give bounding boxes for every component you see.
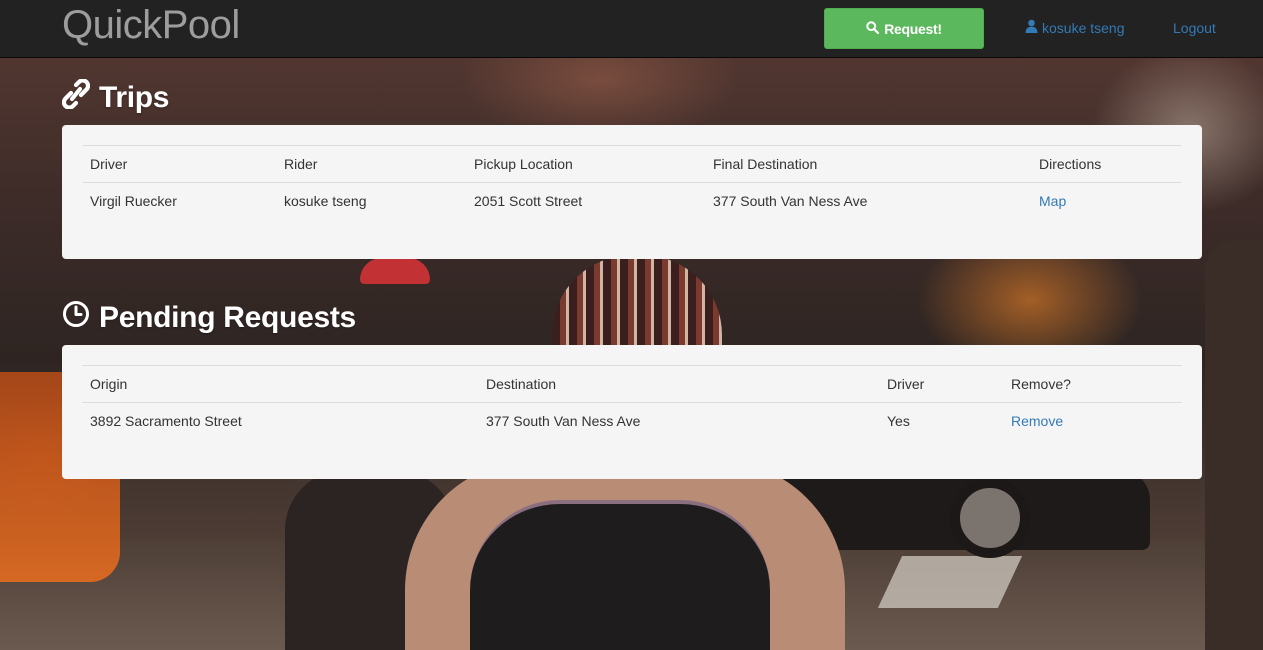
request-button-label: Request! bbox=[884, 20, 942, 37]
logout-link[interactable]: Logout bbox=[1173, 19, 1216, 37]
search-icon bbox=[866, 20, 880, 37]
user-profile-link[interactable]: kosuke tseng bbox=[1025, 19, 1125, 37]
column-header-driver: Driver bbox=[879, 365, 1003, 403]
map-link[interactable]: Map bbox=[1039, 193, 1066, 209]
pending-requests-title: Pending Requests bbox=[99, 301, 356, 334]
column-header-origin: Origin bbox=[82, 365, 478, 403]
pending-requests-panel: Origin Destination Driver Remove? 3892 S… bbox=[62, 345, 1202, 479]
column-header-remove: Remove? bbox=[1003, 365, 1182, 403]
table-row: 3892 Sacramento Street 377 South Van Nes… bbox=[82, 403, 1182, 440]
navbar: QuickPool Request! kosuke tseng Logout bbox=[0, 0, 1263, 58]
remove-link[interactable]: Remove bbox=[1011, 413, 1063, 429]
table-row: Virgil Ruecker kosuke tseng 2051 Scott S… bbox=[82, 183, 1182, 220]
clock-icon bbox=[62, 300, 90, 336]
request-button[interactable]: Request! bbox=[824, 8, 984, 49]
column-header-directions: Directions bbox=[1031, 145, 1182, 183]
user-name: kosuke tseng bbox=[1042, 20, 1125, 36]
request-destination: 377 South Van Ness Ave bbox=[486, 413, 641, 429]
column-header-destination: Destination bbox=[478, 365, 879, 403]
column-header-pickup-location: Pickup Location bbox=[466, 145, 705, 183]
trip-destination: 377 South Van Ness Ave bbox=[713, 193, 868, 209]
pending-requests-heading: Pending Requests bbox=[62, 298, 356, 338]
column-header-driver: Driver bbox=[82, 145, 276, 183]
trips-heading: Trips bbox=[61, 78, 170, 118]
column-header-final-destination: Final Destination bbox=[705, 145, 1031, 183]
column-header-rider: Rider bbox=[276, 145, 466, 183]
trips-title: Trips bbox=[99, 81, 170, 114]
user-icon bbox=[1025, 19, 1038, 37]
link-icon bbox=[61, 78, 91, 117]
request-origin: 3892 Sacramento Street bbox=[90, 413, 242, 429]
trips-table: Driver Rider Pickup Location Final Desti… bbox=[82, 145, 1182, 219]
pending-requests-table: Origin Destination Driver Remove? 3892 S… bbox=[82, 365, 1182, 439]
trips-panel: Driver Rider Pickup Location Final Desti… bbox=[62, 125, 1202, 259]
trip-rider: kosuke tseng bbox=[284, 193, 367, 209]
request-driver: Yes bbox=[887, 413, 910, 429]
trip-pickup: 2051 Scott Street bbox=[474, 193, 583, 209]
trip-driver: Virgil Ruecker bbox=[90, 193, 177, 209]
brand-logo[interactable]: QuickPool bbox=[62, 2, 240, 48]
